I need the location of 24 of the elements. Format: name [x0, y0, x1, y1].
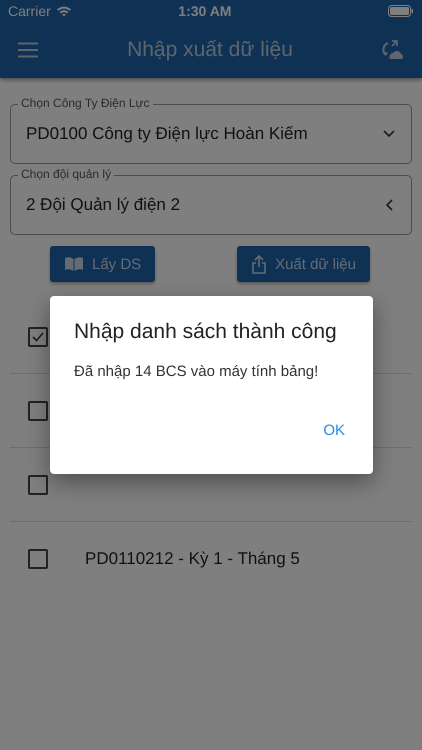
cloud-sync-icon[interactable] [382, 40, 404, 60]
menu-icon[interactable] [18, 42, 38, 58]
book-icon [64, 256, 84, 272]
field-value: 2 Đội Quản lý điện 2 [26, 195, 182, 215]
field-label: Chọn Công Ty Điện Lực [18, 96, 153, 111]
share-icon [251, 254, 268, 274]
check-icon [32, 332, 44, 342]
field-label: Chọn đội quản lý [18, 167, 114, 182]
wifi-icon [56, 5, 72, 17]
ok-button[interactable]: OK [317, 418, 351, 443]
clock-text: 1:30 AM [177, 3, 232, 19]
action-button[interactable]: Lấy DS [50, 246, 156, 282]
checkbox[interactable] [28, 400, 48, 420]
dialog-title: Nhập danh sách thành công [74, 320, 338, 344]
field-value: PD0100 Công ty Điện lực Hoàn Kiếm [26, 124, 309, 144]
battery-icon [388, 5, 414, 17]
list-item-text: PD0110212 - Kỳ 1 - Tháng 5 [85, 548, 300, 568]
checkbox[interactable] [28, 474, 48, 494]
action-button[interactable]: Xuất dữ liệu [237, 246, 370, 282]
screen-title: Nhập xuất dữ liệu [126, 38, 294, 62]
dialog-message: Đã nhập 14 BCS vào máy tính bảng! [74, 363, 320, 380]
checkbox[interactable] [28, 548, 48, 568]
checkbox[interactable] [28, 326, 48, 346]
carrier-text: Carrier [8, 3, 51, 19]
